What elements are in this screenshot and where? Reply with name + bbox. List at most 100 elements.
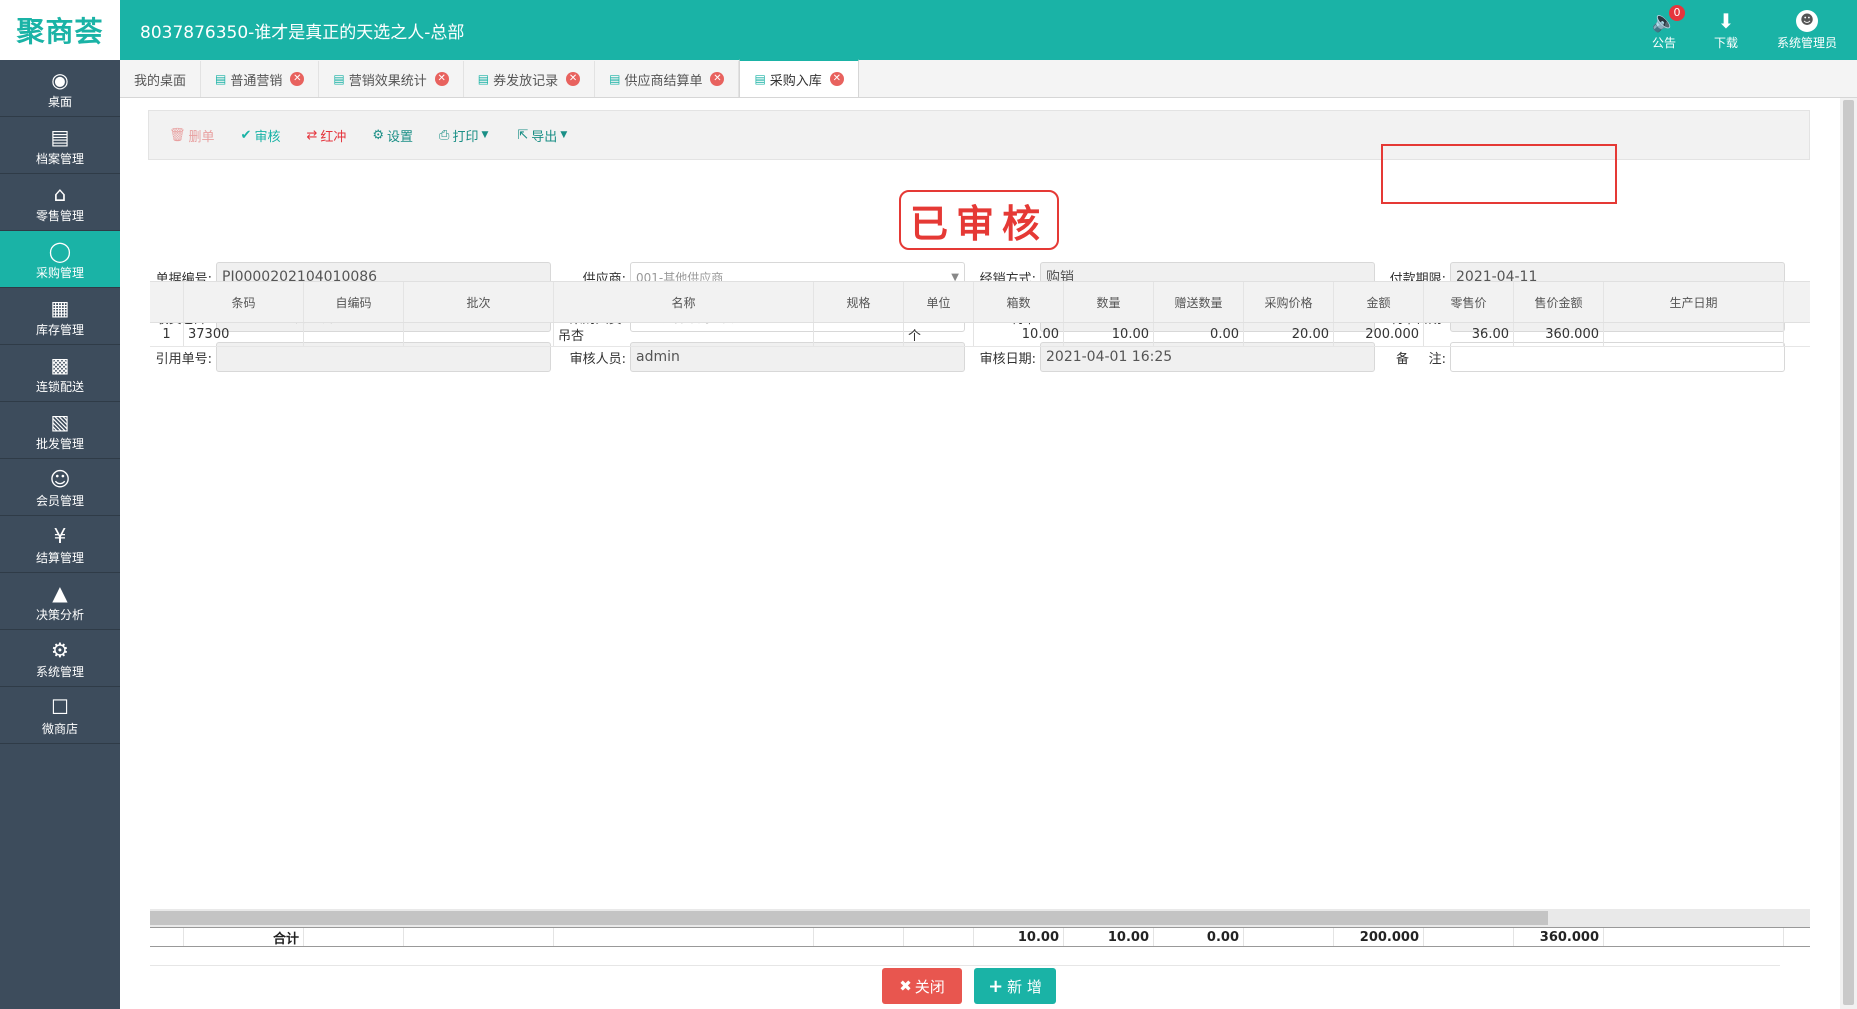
dashboard-icon: ◉ xyxy=(51,67,69,92)
chart-icon: ▲ xyxy=(52,580,68,605)
col-header[interactable]: 售价金额 xyxy=(1514,282,1604,322)
settlement-icon: ¥ xyxy=(53,523,67,548)
audit-button[interactable]: ✔ 审核 xyxy=(241,126,281,145)
sidebar-item-inventory[interactable]: ▦ 库存管理 xyxy=(0,288,120,345)
chevron-down-icon: ▼ xyxy=(481,130,489,140)
footer-qty: 10.00 xyxy=(1064,928,1154,946)
sidebar-item-analysis[interactable]: ▲ 决策分析 xyxy=(0,573,120,630)
delete-button[interactable]: 🗑 删单 xyxy=(169,126,215,145)
col-header[interactable]: 名称 xyxy=(554,282,814,322)
tab-bar: 我的桌面 ▤ 普通营销 ✕ ▤ 营销效果统计 ✕ ▤ 券发放记录 ✕ ▤ 供应商结算单 ✕ ▤ 采… xyxy=(120,59,1857,98)
col-header[interactable]: 单位 xyxy=(904,282,974,322)
tab-supplier-settlement[interactable]: ▤ 供应商结算单 ✕ xyxy=(595,61,740,97)
footer-gift: 0.00 xyxy=(1154,928,1244,946)
col-header[interactable]: 箱数 xyxy=(974,282,1064,322)
sidebar-item-delivery[interactable]: ▩ 连锁配送 xyxy=(0,345,120,402)
sidebar-item-retail[interactable]: ⌂ 零售管理 xyxy=(0,174,120,231)
close-icon[interactable]: ✕ xyxy=(710,72,725,86)
reverse-button[interactable]: ⇄ 红冲 xyxy=(306,126,346,145)
cart-icon: ◯ xyxy=(48,238,72,263)
divider xyxy=(150,965,1780,966)
col-header[interactable]: 生产日期 xyxy=(1604,282,1784,322)
sidebar-item-desktop[interactable]: ◉ 桌面 xyxy=(0,60,120,117)
col-header[interactable]: 金额 xyxy=(1334,282,1424,322)
settings-button[interactable]: ⚙ 设置 xyxy=(372,126,413,145)
close-button[interactable]: ✖ 关闭 xyxy=(882,968,962,1004)
vertical-scrollbar[interactable] xyxy=(1840,98,1857,1009)
add-button[interactable]: + 新 增 xyxy=(974,968,1056,1004)
items-grid: 条码 自编码 批次 名称 规格 单位 箱数 数量 赠送数量 采购价格 金额 零售… xyxy=(150,281,1810,347)
tab-my-desktop[interactable]: 我的桌面 xyxy=(120,61,202,97)
truck-icon: ▩ xyxy=(50,352,70,377)
shop-bag-icon: ☐ xyxy=(51,694,69,719)
gear-icon: ⚙ xyxy=(51,637,69,662)
col-header[interactable]: 数量 xyxy=(1064,282,1154,322)
col-rownum xyxy=(150,282,184,322)
close-icon[interactable]: ✕ xyxy=(829,72,844,86)
sidebar-item-microshop[interactable]: ☐ 微商店 xyxy=(0,687,120,744)
exchange-icon: ⇄ xyxy=(306,127,318,143)
trash-icon: 🗑 xyxy=(169,127,186,143)
avatar-icon: ☻ xyxy=(1796,9,1818,32)
col-header[interactable]: 条码 xyxy=(184,282,304,322)
close-icon[interactable]: ✕ xyxy=(434,72,449,86)
col-header[interactable]: 零售价 xyxy=(1424,282,1514,322)
export-button[interactable]: ⇱ 导出 ▼ xyxy=(517,126,570,145)
table-icon: ▤ xyxy=(609,72,621,86)
check-icon: ✔ xyxy=(240,127,252,143)
sidebar-item-system[interactable]: ⚙ 系统管理 xyxy=(0,630,120,687)
sidebar-item-member[interactable]: ☺ 会员管理 xyxy=(0,459,120,516)
app-logo: 聚商荟 xyxy=(0,0,120,60)
pay-term-highlight xyxy=(1381,144,1617,204)
user-menu[interactable]: ☻ 系统管理员 xyxy=(1757,0,1857,60)
footer-retail-amount: 360.000 xyxy=(1514,928,1604,946)
top-actions: 🔈 0 公告 ⬇ 下载 ☻ 系统管理员 xyxy=(1633,0,1857,60)
table-icon: ▤ xyxy=(333,72,345,86)
announce-button[interactable]: 🔈 0 公告 xyxy=(1633,0,1695,60)
sidebar-item-archive[interactable]: ▤ 档案管理 xyxy=(0,117,120,174)
download-button[interactable]: ⬇ 下载 xyxy=(1695,0,1757,60)
table-icon: ▤ xyxy=(477,72,490,86)
footer-boxes: 10.00 xyxy=(974,928,1064,946)
tab-purchase-inbound[interactable]: ▤ 采购入库 ✕ xyxy=(739,59,859,97)
close-icon[interactable]: ✕ xyxy=(290,72,305,86)
col-header[interactable]: 自编码 xyxy=(304,282,404,322)
wholesale-icon: ▧ xyxy=(50,409,70,434)
inventory-icon: ▦ xyxy=(50,295,70,320)
tab-marketing-stats[interactable]: ▤ 营销效果统计 ✕ xyxy=(319,61,464,97)
col-header[interactable]: 批次 xyxy=(404,282,554,322)
sidebar: ◉ 桌面 ▤ 档案管理 ⌂ 零售管理 ◯ 采购管理 ▦ 库存管理 ▩ 连锁配送 ▧ 批发管理 … xyxy=(0,60,120,1009)
gear-icon: ⚙ xyxy=(372,127,385,143)
col-header[interactable]: 赠送数量 xyxy=(1154,282,1244,322)
print-icon: ⎙ xyxy=(439,127,450,143)
col-header[interactable]: 规格 xyxy=(814,282,904,322)
store-icon: ⌂ xyxy=(53,181,67,206)
download-icon: ⬇ xyxy=(1717,8,1735,33)
table-row[interactable]: 1 37300 吊杏 个 10.00 10.00 0.00 20.00 200.… xyxy=(150,323,1810,347)
scroll-thumb[interactable] xyxy=(150,911,1548,925)
close-icon[interactable]: ✕ xyxy=(566,72,581,86)
horizontal-scrollbar[interactable] xyxy=(150,909,1810,927)
table-icon: ▤ xyxy=(215,72,227,86)
chevron-down-icon: ▼ xyxy=(560,130,568,140)
close-icon: ✖ xyxy=(899,977,912,995)
tab-marketing[interactable]: ▤ 普通营销 ✕ xyxy=(201,61,320,97)
table-icon: ▤ xyxy=(754,72,766,86)
export-icon: ⇱ xyxy=(517,127,529,143)
member-icon: ☺ xyxy=(49,466,71,491)
plus-icon: + xyxy=(988,975,1004,997)
tab-coupon-records[interactable]: ▤ 券发放记录 ✕ xyxy=(463,61,596,97)
scroll-thumb[interactable] xyxy=(1843,100,1854,1005)
footer-amount: 200.000 xyxy=(1334,928,1424,946)
print-button[interactable]: ⎙ 打印 ▼ xyxy=(439,126,491,145)
footer-total-label: 合计 xyxy=(184,928,304,946)
sidebar-item-wholesale[interactable]: ▧ 批发管理 xyxy=(0,402,120,459)
sidebar-item-purchase[interactable]: ◯ 采购管理 xyxy=(0,231,120,288)
col-header[interactable]: 采购价格 xyxy=(1244,282,1334,322)
announce-badge: 0 xyxy=(1669,5,1685,21)
file-icon: ▤ xyxy=(50,124,70,149)
sidebar-item-settlement[interactable]: ¥ 结算管理 xyxy=(0,516,120,573)
grid-footer: 合计 10.00 10.00 0.00 200.000 360.000 xyxy=(150,927,1810,947)
grid-header: 条码 自编码 批次 名称 规格 单位 箱数 数量 赠送数量 采购价格 金额 零售… xyxy=(150,281,1810,323)
audited-stamp: 已审核 xyxy=(899,190,1059,250)
